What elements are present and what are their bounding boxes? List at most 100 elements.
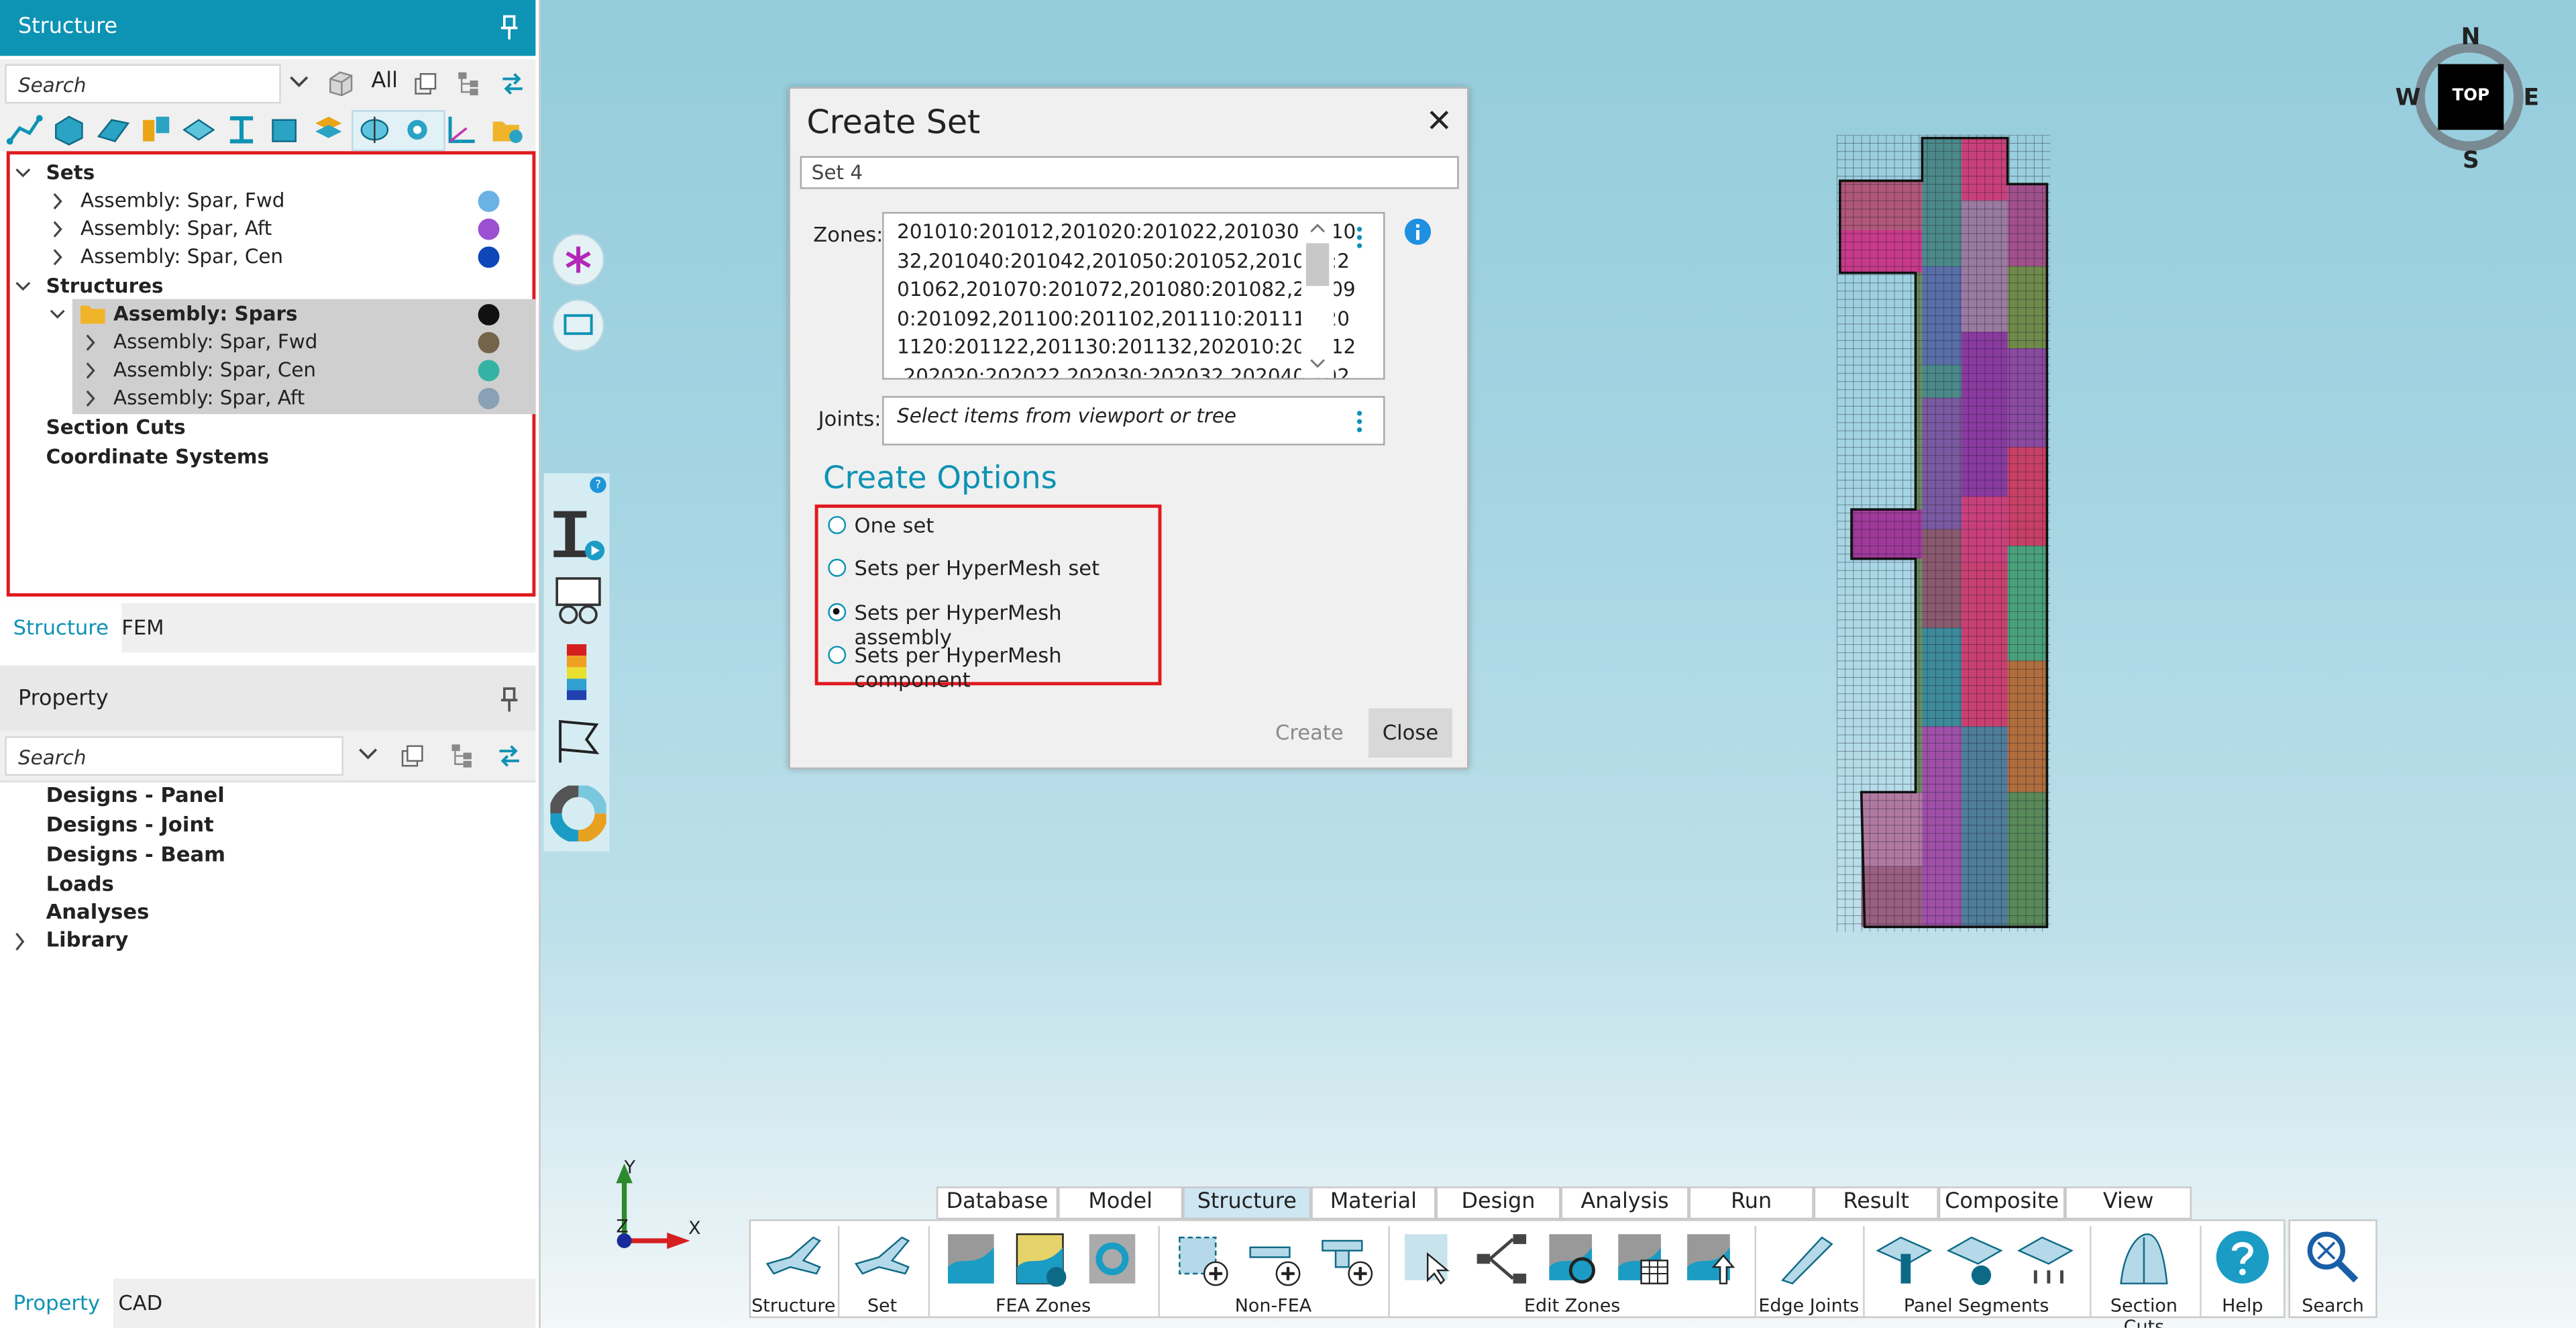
radio-one-set[interactable] [828,515,847,534]
close-icon[interactable] [1430,110,1449,130]
scroll-thumb[interactable] [1305,243,1330,287]
tree-set-item[interactable]: Assembly: Spar, Cen [80,243,283,271]
set-airplane-icon[interactable] [853,1231,912,1286]
radio-sets-per-hypermesh-component[interactable] [828,646,847,664]
edit-zone-rotate-icon[interactable] [1546,1231,1602,1286]
structure-airplane-icon[interactable] [764,1231,823,1286]
chevron-down-icon[interactable] [49,301,65,329]
search-icon[interactable] [2303,1227,2362,1286]
edit-zone-grid-icon[interactable] [1615,1231,1670,1286]
tree-sets-node[interactable]: Sets [46,160,95,188]
structure-search-input[interactable]: Search [5,64,281,104]
non-fea-add-icon[interactable] [1175,1231,1230,1286]
pin-icon[interactable] [499,687,519,713]
collapse-all-icon[interactable] [401,744,424,767]
chevron-right-icon[interactable] [11,930,28,953]
ribbon-group-fea-zones[interactable]: FEA Zones [932,1295,1155,1317]
non-fea-joint-add-icon[interactable] [1320,1231,1375,1286]
section-icon[interactable] [356,113,392,146]
cube-filter-icon[interactable] [327,69,355,97]
tree-child-item[interactable]: Assembly: Spar, Aft [113,385,305,413]
chevron-down-icon[interactable] [289,74,309,90]
ribbon-group-edge-joints[interactable]: Edge Joints [1756,1295,1862,1317]
coordinate-system-icon[interactable] [443,113,480,146]
chevron-right-icon[interactable] [82,329,98,357]
tree-section-cuts-node[interactable]: Section Cuts [46,414,186,442]
option-label[interactable]: Sets per HyperMesh assembly [854,600,1158,649]
edge-icon[interactable] [6,113,43,146]
gear-part-icon[interactable] [399,113,435,146]
edit-zone-export-icon[interactable] [1684,1231,1739,1286]
panel-segment-auto-icon[interactable] [1945,1231,2004,1286]
option-label[interactable]: Sets per HyperMesh component [854,643,1158,692]
help-icon[interactable] [2213,1227,2272,1286]
ribbon-group-non-fea[interactable]: Non-FEA [1161,1295,1385,1317]
edit-zone-split-icon[interactable] [1474,1231,1529,1286]
legend-contour-icon[interactable] [566,644,587,701]
panel-icon[interactable] [180,113,217,146]
help-icon[interactable]: ? [590,476,606,493]
tree-structures-node[interactable]: Structures [46,273,164,301]
close-button[interactable]: Close [1368,708,1452,758]
viewer-glasses-icon[interactable] [552,575,604,627]
ribbon-tab[interactable]: Model [1058,1186,1183,1220]
ribbon-tab[interactable]: Analysis [1560,1186,1689,1220]
snap-button[interactable] [551,233,605,287]
component-icon[interactable] [138,113,174,146]
surface-icon[interactable] [95,113,131,146]
property-item[interactable]: Designs - Joint [46,812,214,837]
ribbon-group-search[interactable]: Search [2290,1295,2375,1317]
spar-mesh-model[interactable] [1836,134,2051,932]
zones-scrollbar[interactable] [1301,213,1334,378]
tab-property[interactable]: Property [0,1278,113,1328]
scroll-down-icon[interactable] [1309,356,1326,370]
scroll-up-icon[interactable] [1309,222,1326,236]
section-cut-icon[interactable] [2114,1231,2174,1286]
ribbon-group-set[interactable]: Set [839,1295,924,1317]
chevron-right-icon[interactable] [49,215,65,244]
tree-coordinate-systems-node[interactable]: Coordinate Systems [46,444,269,472]
sync-arrows-icon[interactable] [499,72,525,95]
property-search-input[interactable]: Search [5,736,343,776]
ribbon-tab-active[interactable]: Structure [1183,1186,1311,1220]
radio-sets-per-hypermesh-set[interactable] [828,558,847,577]
tab-fem[interactable]: FEM [109,603,178,652]
flag-icon[interactable] [553,717,602,766]
property-item[interactable]: Loads [46,871,114,896]
beam-section-icon[interactable] [550,506,606,562]
solid-icon[interactable] [51,113,87,146]
structure-tree[interactable]: Sets Assembly: Spar, Fwd Assembly: Spar,… [6,151,536,597]
panel-segment-split-icon[interactable] [2016,1231,2075,1286]
tree-child-item[interactable]: Assembly: Spar, Fwd [113,329,317,357]
create-button[interactable]: Create [1255,709,1364,758]
edge-joint-icon[interactable] [1776,1231,1835,1286]
filter-all-label[interactable]: All [371,69,397,94]
radio-sets-per-hypermesh-assembly[interactable] [828,603,847,621]
chevron-right-icon[interactable] [49,243,65,271]
zones-list-field[interactable]: 201010:201012,201020:201022,201030:2010 … [882,211,1385,380]
property-item[interactable]: Designs - Panel [46,782,225,807]
edit-zone-select-icon[interactable] [1401,1231,1457,1286]
option-label[interactable]: One set [854,513,934,538]
hierarchy-icon[interactable] [457,70,480,97]
joints-field[interactable]: Select items from viewport or tree [882,396,1385,446]
chevron-right-icon[interactable] [49,187,65,215]
tree-set-item[interactable]: Assembly: Spar, Aft [80,215,272,244]
tab-structure[interactable]: Structure [0,603,122,653]
option-label[interactable]: Sets per HyperMesh set [854,556,1099,580]
color-wheel-icon[interactable] [550,785,606,841]
chevron-right-icon[interactable] [82,385,98,413]
ribbon-tab[interactable]: Composite [1938,1186,2065,1220]
ribbon-group-panel-segments[interactable]: Panel Segments [1865,1295,2088,1317]
pin-icon[interactable] [499,15,519,41]
chevron-down-icon[interactable] [15,160,31,188]
non-fea-beam-add-icon[interactable] [1247,1231,1303,1286]
property-item[interactable]: Analyses [46,899,150,924]
ribbon-tab[interactable]: Database [936,1186,1059,1220]
chevron-right-icon[interactable] [82,356,98,385]
tab-cad[interactable]: CAD [105,1278,176,1327]
ribbon-tab[interactable]: Result [1813,1186,1939,1220]
layers-icon[interactable] [311,113,347,146]
ribbon-group-edit-zones[interactable]: Edit Zones [1391,1295,1753,1317]
zones-more-icon[interactable] [1356,226,1364,252]
